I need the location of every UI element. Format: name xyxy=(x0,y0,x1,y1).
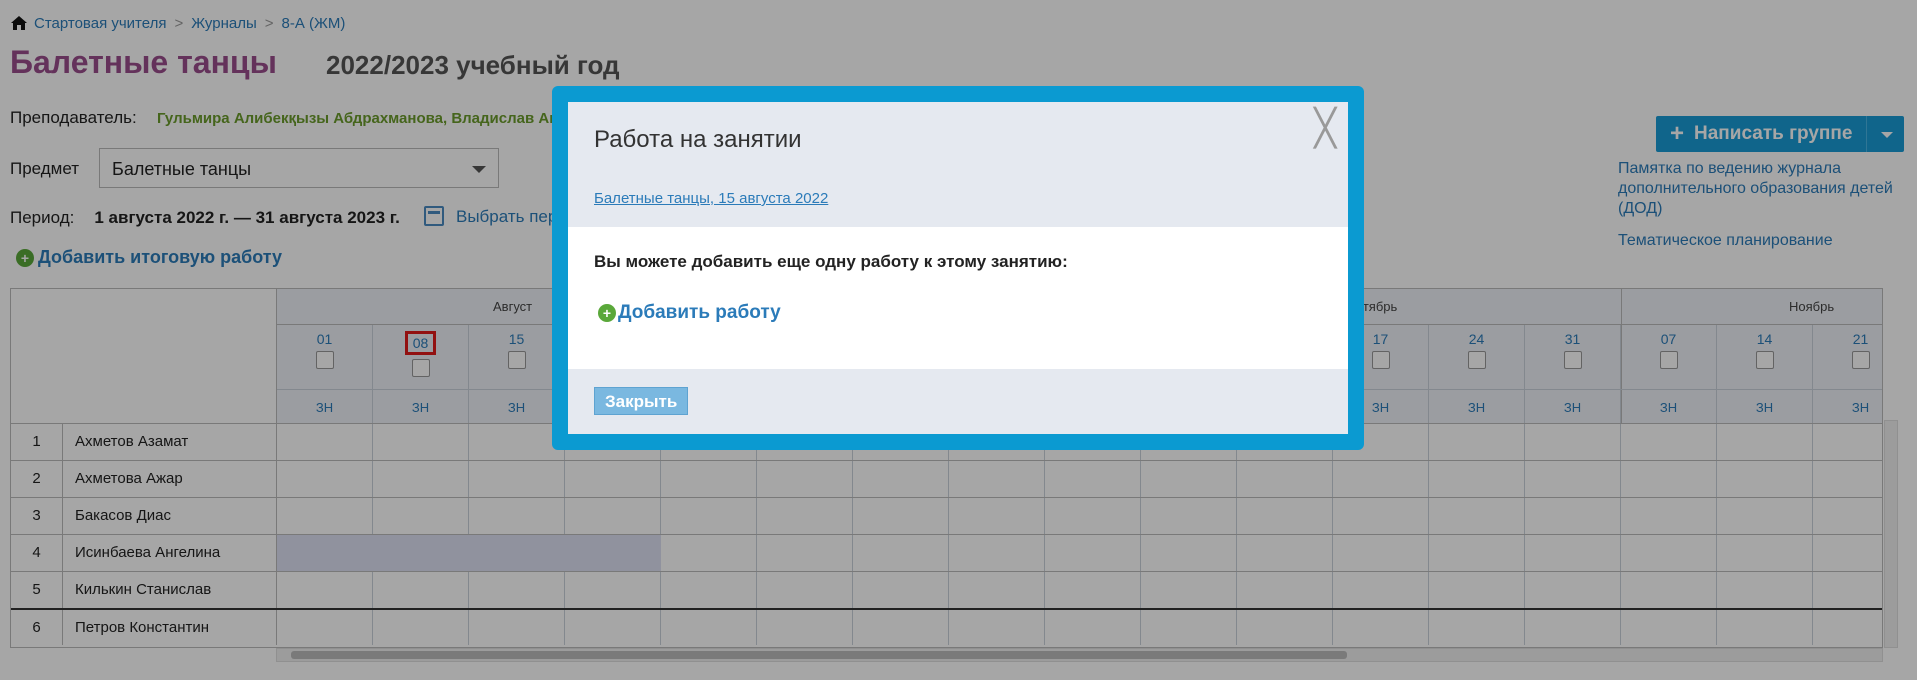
modal-header: Работа на занятии ╳ Балетные танцы, 15 а… xyxy=(568,102,1348,227)
lesson-link[interactable]: Балетные танцы, 15 августа 2022 xyxy=(594,190,828,207)
add-work-label: Добавить работу xyxy=(618,302,781,323)
modal-footer: Закрыть xyxy=(568,369,1348,434)
lesson-work-modal: Работа на занятии ╳ Балетные танцы, 15 а… xyxy=(552,86,1364,450)
plus-circle-icon: + xyxy=(598,304,616,322)
modal-body: Работа на занятии ╳ Балетные танцы, 15 а… xyxy=(568,102,1348,434)
modal-text: Вы можете добавить еще одну работу к это… xyxy=(594,252,1068,271)
add-work-link[interactable]: + Добавить работу xyxy=(598,302,781,324)
modal-title: Работа на занятии xyxy=(594,126,802,153)
close-button[interactable]: Закрыть xyxy=(594,387,689,415)
close-icon[interactable]: ╳ xyxy=(1314,110,1336,146)
